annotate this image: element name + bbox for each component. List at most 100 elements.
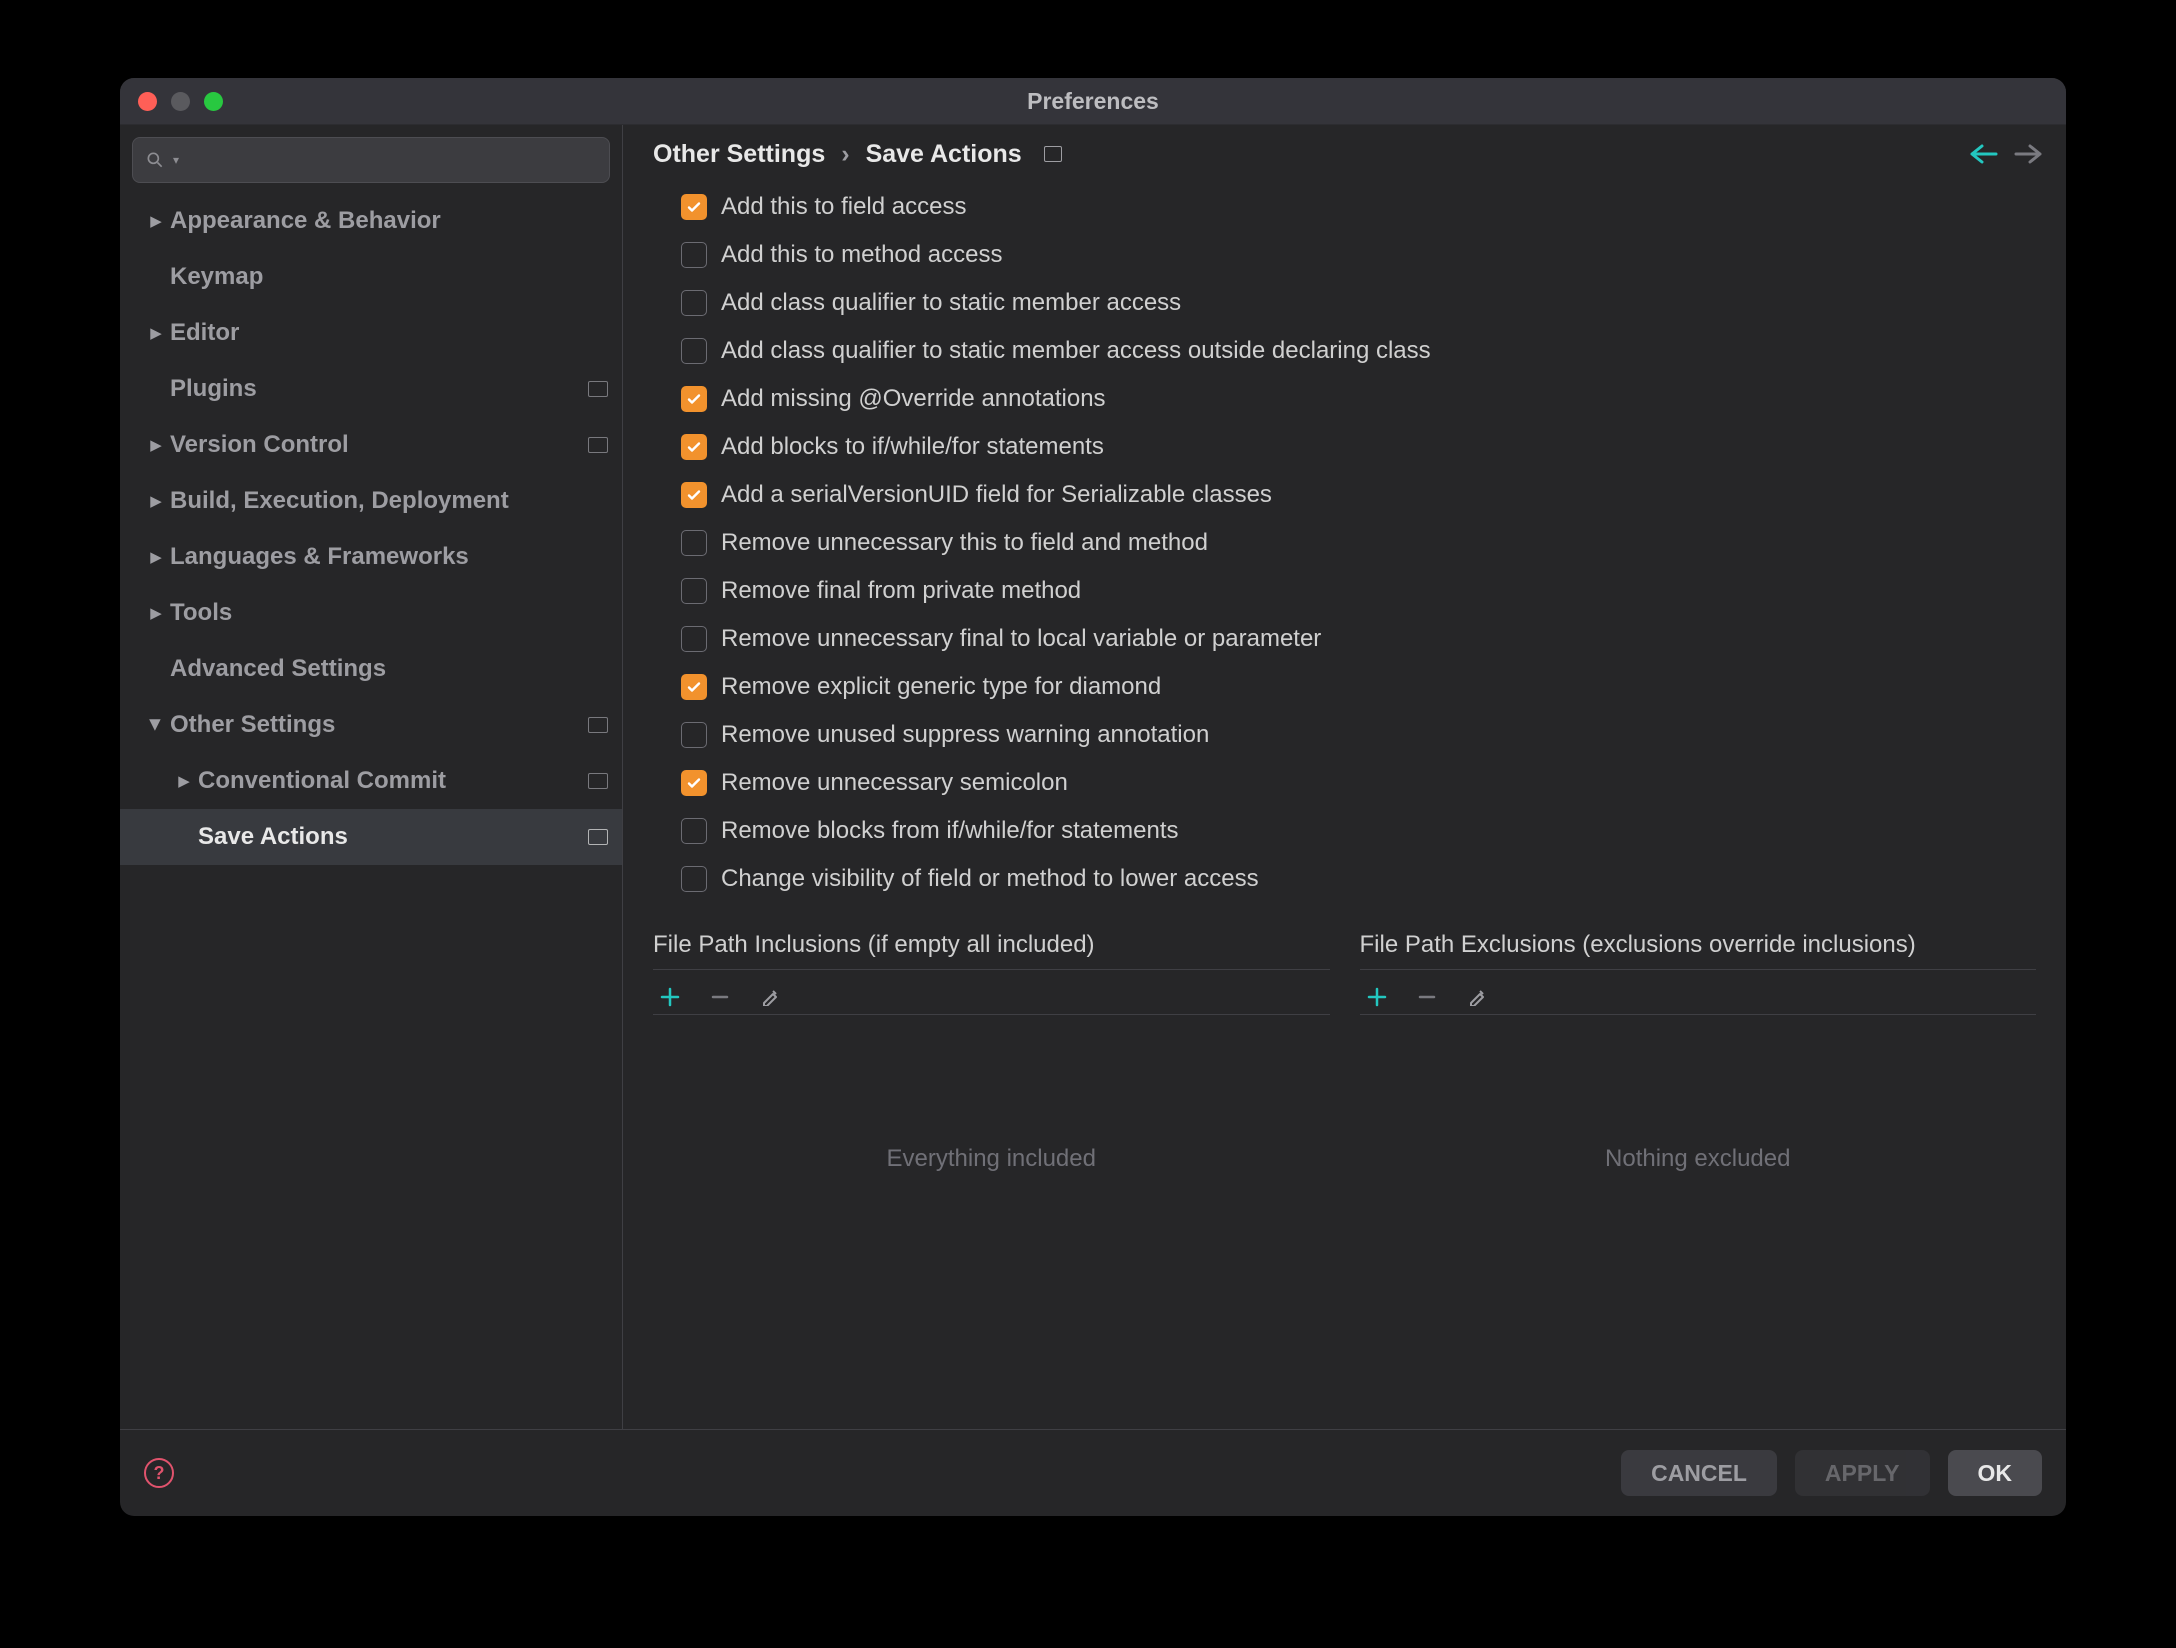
option-label: Add a serialVersionUID field for Seriali… (721, 481, 1272, 509)
sidebar-item-label: Editor (170, 319, 608, 347)
search-input[interactable]: ▾ (132, 137, 610, 183)
options-list: Add this to field access Add this to meth… (623, 183, 2066, 909)
inclusions-list[interactable]: Everything included (653, 1033, 1330, 1285)
sidebar-item[interactable]: ▶Other Settings (120, 697, 622, 753)
option-row: Remove unused suppress warning annotatio… (681, 711, 2036, 759)
dialog-footer: ? CANCEL APPLY OK (120, 1429, 2066, 1516)
exclusions-add-button[interactable] (1366, 986, 1388, 1008)
inclusions-edit-button[interactable] (759, 986, 781, 1008)
breadcrumb-separator: › (841, 140, 849, 169)
option-checkbox[interactable] (681, 770, 707, 796)
save-icon (1044, 146, 1062, 162)
exclusions-remove-button[interactable] (1416, 986, 1438, 1008)
option-checkbox[interactable] (681, 866, 707, 892)
option-checkbox[interactable] (681, 194, 707, 220)
sidebar-item[interactable]: ▶Appearance & Behavior (120, 193, 622, 249)
exclusions-toolbar (1360, 980, 2037, 1014)
inclusions-placeholder: Everything included (887, 1145, 1096, 1173)
option-label: Remove unused suppress warning annotatio… (721, 721, 1209, 749)
settings-sidebar: ▾ ▶Appearance & Behavior▶Keymap▶Editor▶P… (120, 125, 623, 1429)
sidebar-item-label: Tools (170, 599, 608, 627)
inclusions-add-button[interactable] (659, 986, 681, 1008)
apply-button[interactable]: APPLY (1795, 1450, 1930, 1496)
option-label: Remove blocks from if/while/for statemen… (721, 817, 1179, 845)
sidebar-item[interactable]: ▶Editor (120, 305, 622, 361)
titlebar: Preferences (120, 78, 2066, 125)
breadcrumb-leaf: Save Actions (866, 140, 1022, 169)
option-label: Add class qualifier to static member acc… (721, 289, 1181, 317)
breadcrumb-root[interactable]: Other Settings (653, 140, 825, 169)
option-checkbox[interactable] (681, 434, 707, 460)
ok-button[interactable]: OK (1948, 1450, 2043, 1496)
expand-caret-icon: ▶ (146, 212, 166, 230)
option-checkbox[interactable] (681, 242, 707, 268)
sidebar-item-label: Build, Execution, Deployment (170, 487, 608, 515)
sidebar-item-label: Version Control (170, 431, 588, 459)
expand-caret-icon: ▶ (146, 492, 166, 510)
exclusions-edit-button[interactable] (1466, 986, 1488, 1008)
option-checkbox[interactable] (681, 482, 707, 508)
settings-tree: ▶Appearance & Behavior▶Keymap▶Editor▶Plu… (120, 193, 622, 1429)
sidebar-item[interactable]: ▶Languages & Frameworks (120, 529, 622, 585)
option-label: Add class qualifier to static member acc… (721, 337, 1431, 365)
sidebar-item-label: Conventional Commit (198, 767, 588, 795)
option-row: Add blocks to if/while/for statements (681, 423, 2036, 471)
sidebar-item-label: Languages & Frameworks (170, 543, 608, 571)
nav-back-button[interactable] (1970, 142, 1998, 166)
cancel-button[interactable]: CANCEL (1621, 1450, 1777, 1496)
sidebar-item-label: Other Settings (170, 711, 588, 739)
sidebar-item[interactable]: ▶Save Actions (120, 809, 622, 865)
option-row: Remove final from private method (681, 567, 2036, 615)
sidebar-item[interactable]: ▶Advanced Settings (120, 641, 622, 697)
minimize-window-button[interactable] (171, 92, 190, 111)
option-label: Remove unnecessary this to field and met… (721, 529, 1208, 557)
zoom-window-button[interactable] (204, 92, 223, 111)
option-label: Remove explicit generic type for diamond (721, 673, 1161, 701)
option-checkbox[interactable] (681, 530, 707, 556)
option-row: Change visibility of field or method to … (681, 855, 2036, 903)
sidebar-item-label: Save Actions (198, 823, 588, 851)
sidebar-item[interactable]: ▶Plugins (120, 361, 622, 417)
sidebar-item[interactable]: ▶Conventional Commit (120, 753, 622, 809)
sidebar-item[interactable]: ▶Tools (120, 585, 622, 641)
breadcrumb: Other Settings › Save Actions (623, 125, 2066, 183)
option-checkbox[interactable] (681, 722, 707, 748)
option-row: Remove unnecessary this to field and met… (681, 519, 2036, 567)
sidebar-item[interactable]: ▶Build, Execution, Deployment (120, 473, 622, 529)
inclusions-remove-button[interactable] (709, 986, 731, 1008)
option-checkbox[interactable] (681, 386, 707, 412)
option-checkbox[interactable] (681, 626, 707, 652)
option-label: Add this to method access (721, 241, 1002, 269)
sidebar-item-label: Advanced Settings (170, 655, 608, 683)
inclusions-title: File Path Inclusions (if empty all inclu… (653, 931, 1330, 959)
option-row: Add this to field access (681, 183, 2036, 231)
save-icon (588, 381, 608, 397)
save-icon (588, 437, 608, 453)
option-label: Remove final from private method (721, 577, 1081, 605)
option-label: Remove unnecessary semicolon (721, 769, 1068, 797)
window-controls (138, 92, 223, 111)
option-checkbox[interactable] (681, 578, 707, 604)
option-row: Add this to method access (681, 231, 2036, 279)
settings-content: Other Settings › Save Actions Add this t… (623, 125, 2066, 1429)
option-label: Add blocks to if/while/for statements (721, 433, 1104, 461)
option-row: Add class qualifier to static member acc… (681, 279, 2036, 327)
option-label: Add this to field access (721, 193, 966, 221)
option-checkbox[interactable] (681, 338, 707, 364)
exclusions-placeholder: Nothing excluded (1605, 1145, 1790, 1173)
option-checkbox[interactable] (681, 818, 707, 844)
option-row: Remove unnecessary final to local variab… (681, 615, 2036, 663)
sidebar-item[interactable]: ▶Version Control (120, 417, 622, 473)
exclusions-list[interactable]: Nothing excluded (1360, 1033, 2037, 1285)
nav-forward-button[interactable] (2014, 142, 2042, 166)
expand-caret-icon: ▶ (146, 436, 166, 454)
option-checkbox[interactable] (681, 674, 707, 700)
help-button[interactable]: ? (144, 1458, 174, 1488)
option-row: Add class qualifier to static member acc… (681, 327, 2036, 375)
expand-caret-icon: ▶ (146, 604, 166, 622)
sidebar-item[interactable]: ▶Keymap (120, 249, 622, 305)
option-label: Remove unnecessary final to local variab… (721, 625, 1321, 653)
sidebar-item-label: Plugins (170, 375, 588, 403)
close-window-button[interactable] (138, 92, 157, 111)
option-checkbox[interactable] (681, 290, 707, 316)
